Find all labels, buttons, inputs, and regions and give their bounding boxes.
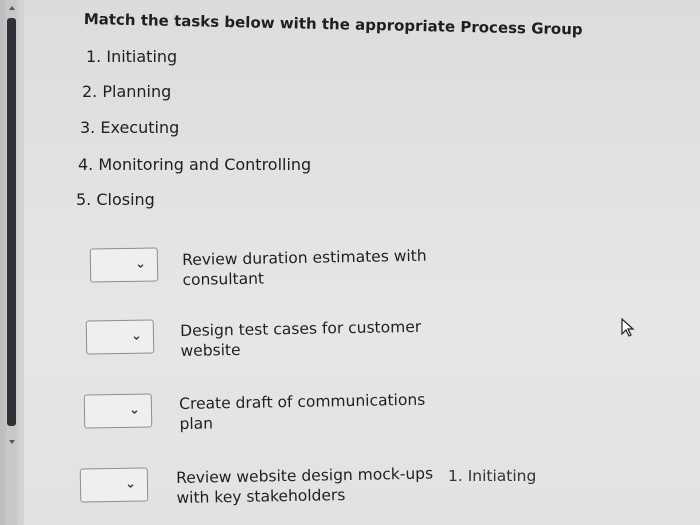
match-select-3[interactable]: ⌄ [83, 393, 153, 429]
scroll-down-arrow-icon[interactable] [9, 440, 15, 444]
scrollbar-thumb[interactable] [7, 18, 16, 426]
scroll-up-arrow-icon[interactable] [9, 6, 15, 10]
chevron-down-icon: ⌄ [130, 328, 143, 344]
vertical-scrollbar[interactable] [0, 0, 24, 525]
answer-option-initiating[interactable]: 1. Initiating [448, 467, 536, 485]
task-label-4: Review website design mock-ups with key … [176, 464, 434, 507]
mouse-pointer-icon [621, 318, 635, 337]
question-content: Match the tasks below with the appropria… [24, 0, 700, 525]
process-group-monitoring-controlling: 4. Monitoring and Controlling [78, 155, 312, 174]
chevron-down-icon: ⌄ [128, 402, 141, 418]
chevron-down-icon: ⌄ [134, 256, 147, 272]
chevron-down-icon: ⌄ [124, 476, 137, 492]
process-group-planning: 2. Planning [82, 82, 172, 101]
process-group-executing: 3. Executing [80, 118, 180, 137]
process-group-closing: 5. Closing [76, 190, 155, 209]
question-instruction: Match the tasks below with the appropria… [83, 10, 583, 39]
task-label-3: Create draft of communications plan [179, 390, 426, 433]
match-select-4[interactable]: ⌄ [79, 467, 149, 503]
task-label-2: Design test cases for customer website [180, 317, 422, 360]
match-select-1[interactable]: ⌄ [89, 247, 159, 283]
match-select-2[interactable]: ⌄ [85, 319, 155, 355]
task-label-1: Review duration estimates with consultan… [182, 246, 427, 289]
process-group-initiating: 1. Initiating [86, 47, 178, 66]
